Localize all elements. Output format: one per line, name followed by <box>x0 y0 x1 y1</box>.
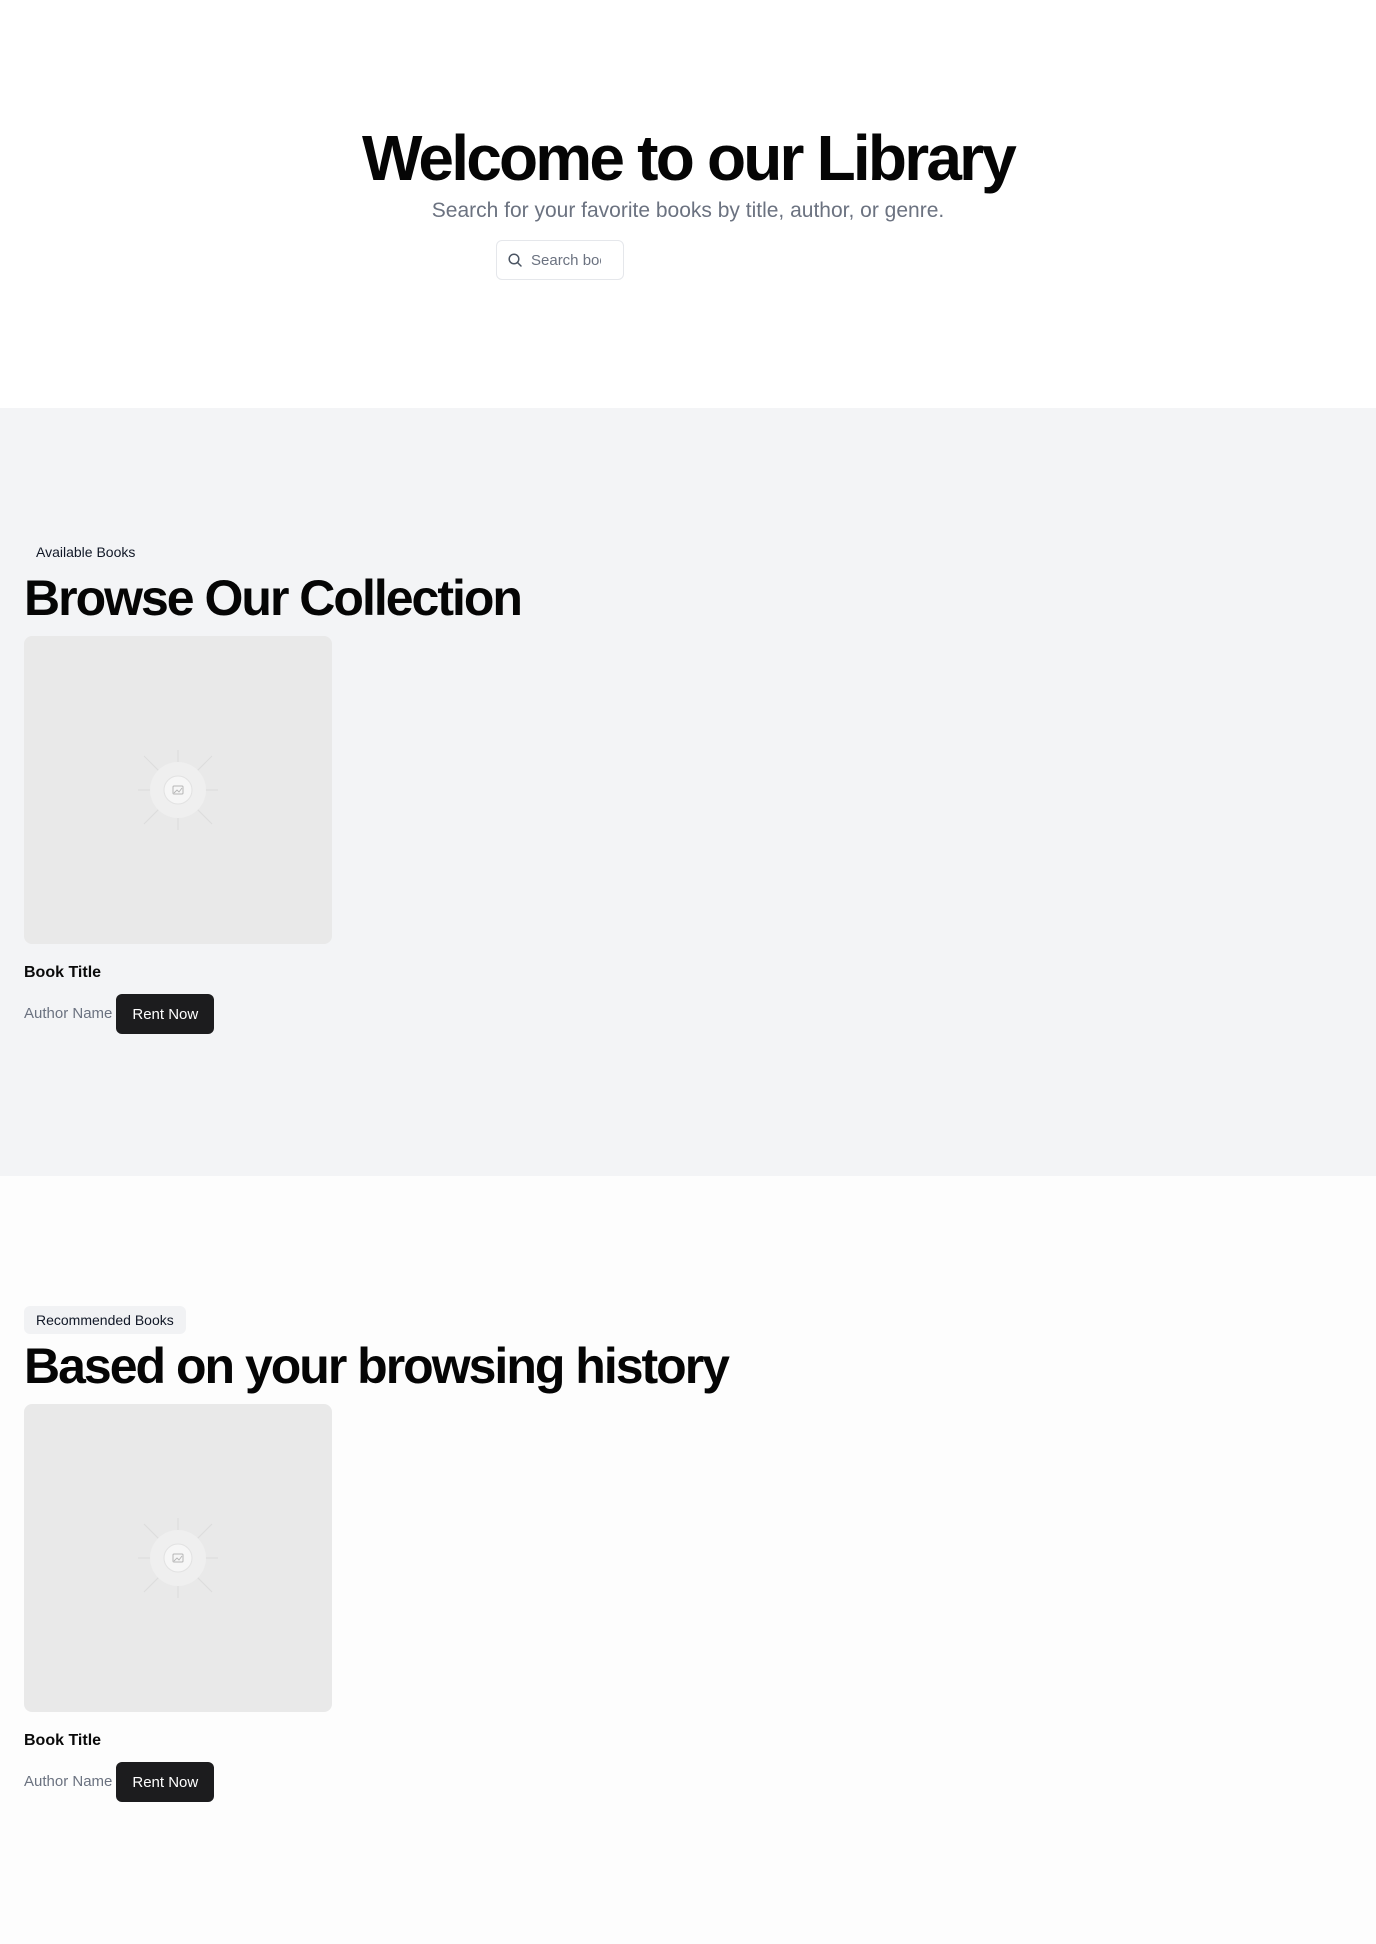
book-author: Author Name <box>24 1773 113 1790</box>
hero-section: Welcome to our Library Search for your f… <box>0 0 1376 408</box>
book-title: Book Title <box>24 964 102 981</box>
search-icon <box>508 253 522 267</box>
search-box[interactable] <box>496 240 624 280</box>
rent-now-button[interactable]: Rent Now <box>116 994 215 1034</box>
page-subtitle: Search for your favorite books by title,… <box>431 199 945 222</box>
recommended-books-title: Based on your browsing history <box>24 1338 730 1394</box>
book-meta: Author Name Rent Now <box>24 1762 332 1802</box>
page-title: Welcome to our Library <box>361 122 1017 194</box>
recommended-books-section: Recommended Books Based on your browsing… <box>0 1176 1376 1944</box>
book-author: Author Name <box>24 1005 113 1022</box>
book-card: Book Title Author Name Rent Now <box>24 636 332 1034</box>
book-meta: Author Name Rent Now <box>24 994 332 1034</box>
book-title: Book Title <box>24 1732 102 1749</box>
available-books-badge: Available Books <box>24 538 148 566</box>
available-books-title: Browse Our Collection <box>24 570 523 626</box>
rent-now-button[interactable]: Rent Now <box>116 1762 215 1802</box>
image-placeholder-icon <box>138 1518 218 1598</box>
book-card: Book Title Author Name Rent Now <box>24 1404 332 1802</box>
image-placeholder-icon <box>138 750 218 830</box>
book-cover <box>24 1404 332 1712</box>
search-input[interactable] <box>531 251 601 269</box>
available-books-section: Available Books Browse Our Collection Bo… <box>0 408 1376 1176</box>
recommended-books-badge: Recommended Books <box>24 1306 186 1334</box>
book-cover <box>24 636 332 944</box>
